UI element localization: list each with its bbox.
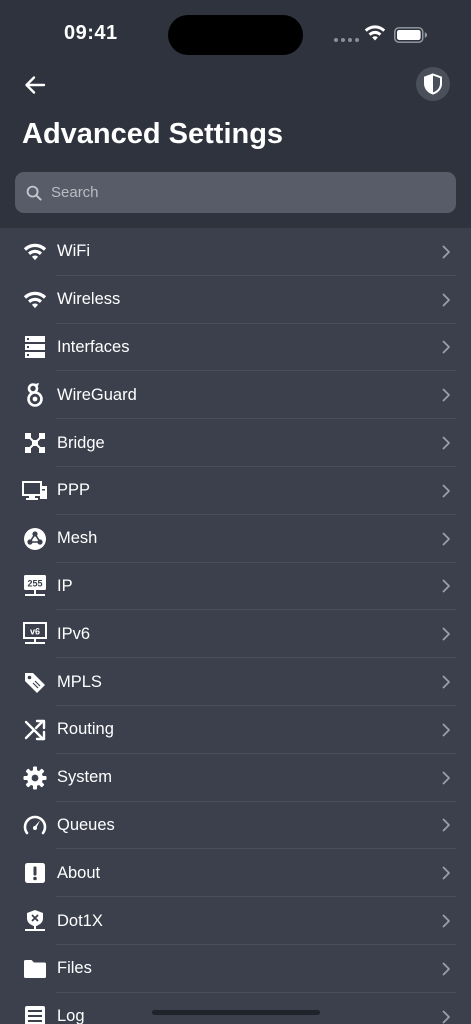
dot1x-icon	[22, 908, 48, 934]
ppp-icon	[22, 478, 48, 504]
shield-icon	[424, 73, 442, 95]
search-icon	[26, 185, 42, 201]
list-item-mesh[interactable]: Mesh	[0, 515, 471, 563]
folder-icon	[22, 956, 48, 982]
wifi-status-icon	[364, 25, 386, 41]
list-item-about[interactable]: About	[0, 849, 471, 897]
chevron-right-icon	[440, 723, 452, 737]
list-item-label: IP	[57, 576, 73, 595]
back-button[interactable]	[20, 70, 50, 100]
list-item-wireless[interactable]: Wireless	[0, 276, 471, 324]
chevron-right-icon	[440, 627, 452, 641]
list-item-log[interactable]: Log	[0, 993, 471, 1024]
list-item-wireguard[interactable]: WireGuard	[0, 371, 471, 419]
list-item-queues[interactable]: Queues	[0, 802, 471, 850]
wireguard-icon	[22, 382, 48, 408]
list-item-label: Routing	[57, 720, 114, 739]
list-item-label: Queues	[57, 815, 115, 834]
chevron-right-icon	[440, 771, 452, 785]
chevron-right-icon	[440, 388, 452, 402]
ipv6-icon: v6	[22, 621, 48, 647]
chevron-right-icon	[440, 436, 452, 450]
list-item-system[interactable]: System	[0, 754, 471, 802]
list-item-ppp[interactable]: PPP	[0, 467, 471, 515]
mpls-icon	[22, 669, 48, 695]
chevron-right-icon	[440, 914, 452, 928]
list-item-label: Wireless	[57, 290, 121, 309]
chevron-right-icon	[440, 1010, 452, 1024]
ip-icon: 255	[22, 573, 48, 599]
advanced-settings-screen: 09:41 Advanced Settings Search WiFi Wire…	[0, 0, 471, 1024]
gauge-icon	[22, 812, 48, 838]
list-item-label: System	[57, 768, 113, 787]
interfaces-icon	[22, 334, 48, 360]
chevron-right-icon	[440, 962, 452, 976]
routing-icon	[22, 717, 48, 743]
list-item-bridge[interactable]: Bridge	[0, 419, 471, 467]
chevron-right-icon	[440, 675, 452, 689]
chevron-right-icon	[440, 532, 452, 546]
search-input[interactable]	[49, 171, 456, 214]
log-icon	[22, 1004, 48, 1024]
home-indicator	[152, 1010, 320, 1015]
gear-icon	[22, 765, 48, 791]
chevron-right-icon	[440, 579, 452, 593]
list-item-files[interactable]: Files	[0, 945, 471, 993]
header: 09:41 Advanced Settings Search	[0, 0, 471, 228]
chevron-right-icon	[440, 293, 452, 307]
list-item-label: WireGuard	[57, 385, 137, 404]
list-item-label: Mesh	[57, 529, 98, 548]
list-item-label: Log	[57, 1007, 85, 1024]
list-item-label: WiFi	[57, 242, 90, 261]
list-item-label: IPv6	[57, 624, 91, 643]
list-item-interfaces[interactable]: Interfaces	[0, 324, 471, 372]
list-item-routing[interactable]: Routing	[0, 706, 471, 754]
dynamic-island	[168, 15, 303, 55]
list-item-label: Bridge	[57, 433, 105, 452]
list-item-ip[interactable]: 255 IP	[0, 563, 471, 611]
cellular-signal-icon	[334, 38, 359, 42]
list-item-label: Dot1X	[57, 911, 103, 930]
arrow-left-icon	[25, 76, 46, 94]
bridge-icon	[22, 430, 48, 456]
svg-text:255: 255	[27, 579, 42, 589]
list-item-label: MPLS	[57, 672, 102, 691]
settings-list: WiFi Wireless Interfaces WireGuard Bridg…	[0, 228, 471, 1024]
battery-icon	[394, 27, 427, 43]
page-title: Advanced Settings	[22, 118, 284, 150]
chevron-right-icon	[440, 245, 452, 259]
list-item-wifi[interactable]: WiFi	[0, 228, 471, 276]
shield-button[interactable]	[416, 67, 450, 101]
wifi-icon	[22, 239, 48, 265]
chevron-right-icon	[440, 484, 452, 498]
mesh-icon	[22, 526, 48, 552]
list-item-label: About	[57, 863, 101, 882]
wireless-icon	[22, 287, 48, 313]
status-time: 09:41	[64, 22, 118, 44]
search-bar[interactable]	[15, 171, 456, 214]
exclamation-icon	[22, 860, 48, 886]
list-item-dot1x[interactable]: Dot1X	[0, 897, 471, 945]
list-item-label: Files	[57, 959, 92, 978]
status-bar: 09:41	[0, 0, 471, 60]
list-item-ipv6[interactable]: v6 IPv6	[0, 610, 471, 658]
list-item-mpls[interactable]: MPLS	[0, 658, 471, 706]
chevron-right-icon	[440, 340, 452, 354]
list-item-label: Interfaces	[57, 337, 130, 356]
chevron-right-icon	[440, 866, 452, 880]
list-item-label: PPP	[57, 481, 91, 500]
svg-text:v6: v6	[30, 627, 40, 637]
chevron-right-icon	[440, 818, 452, 832]
